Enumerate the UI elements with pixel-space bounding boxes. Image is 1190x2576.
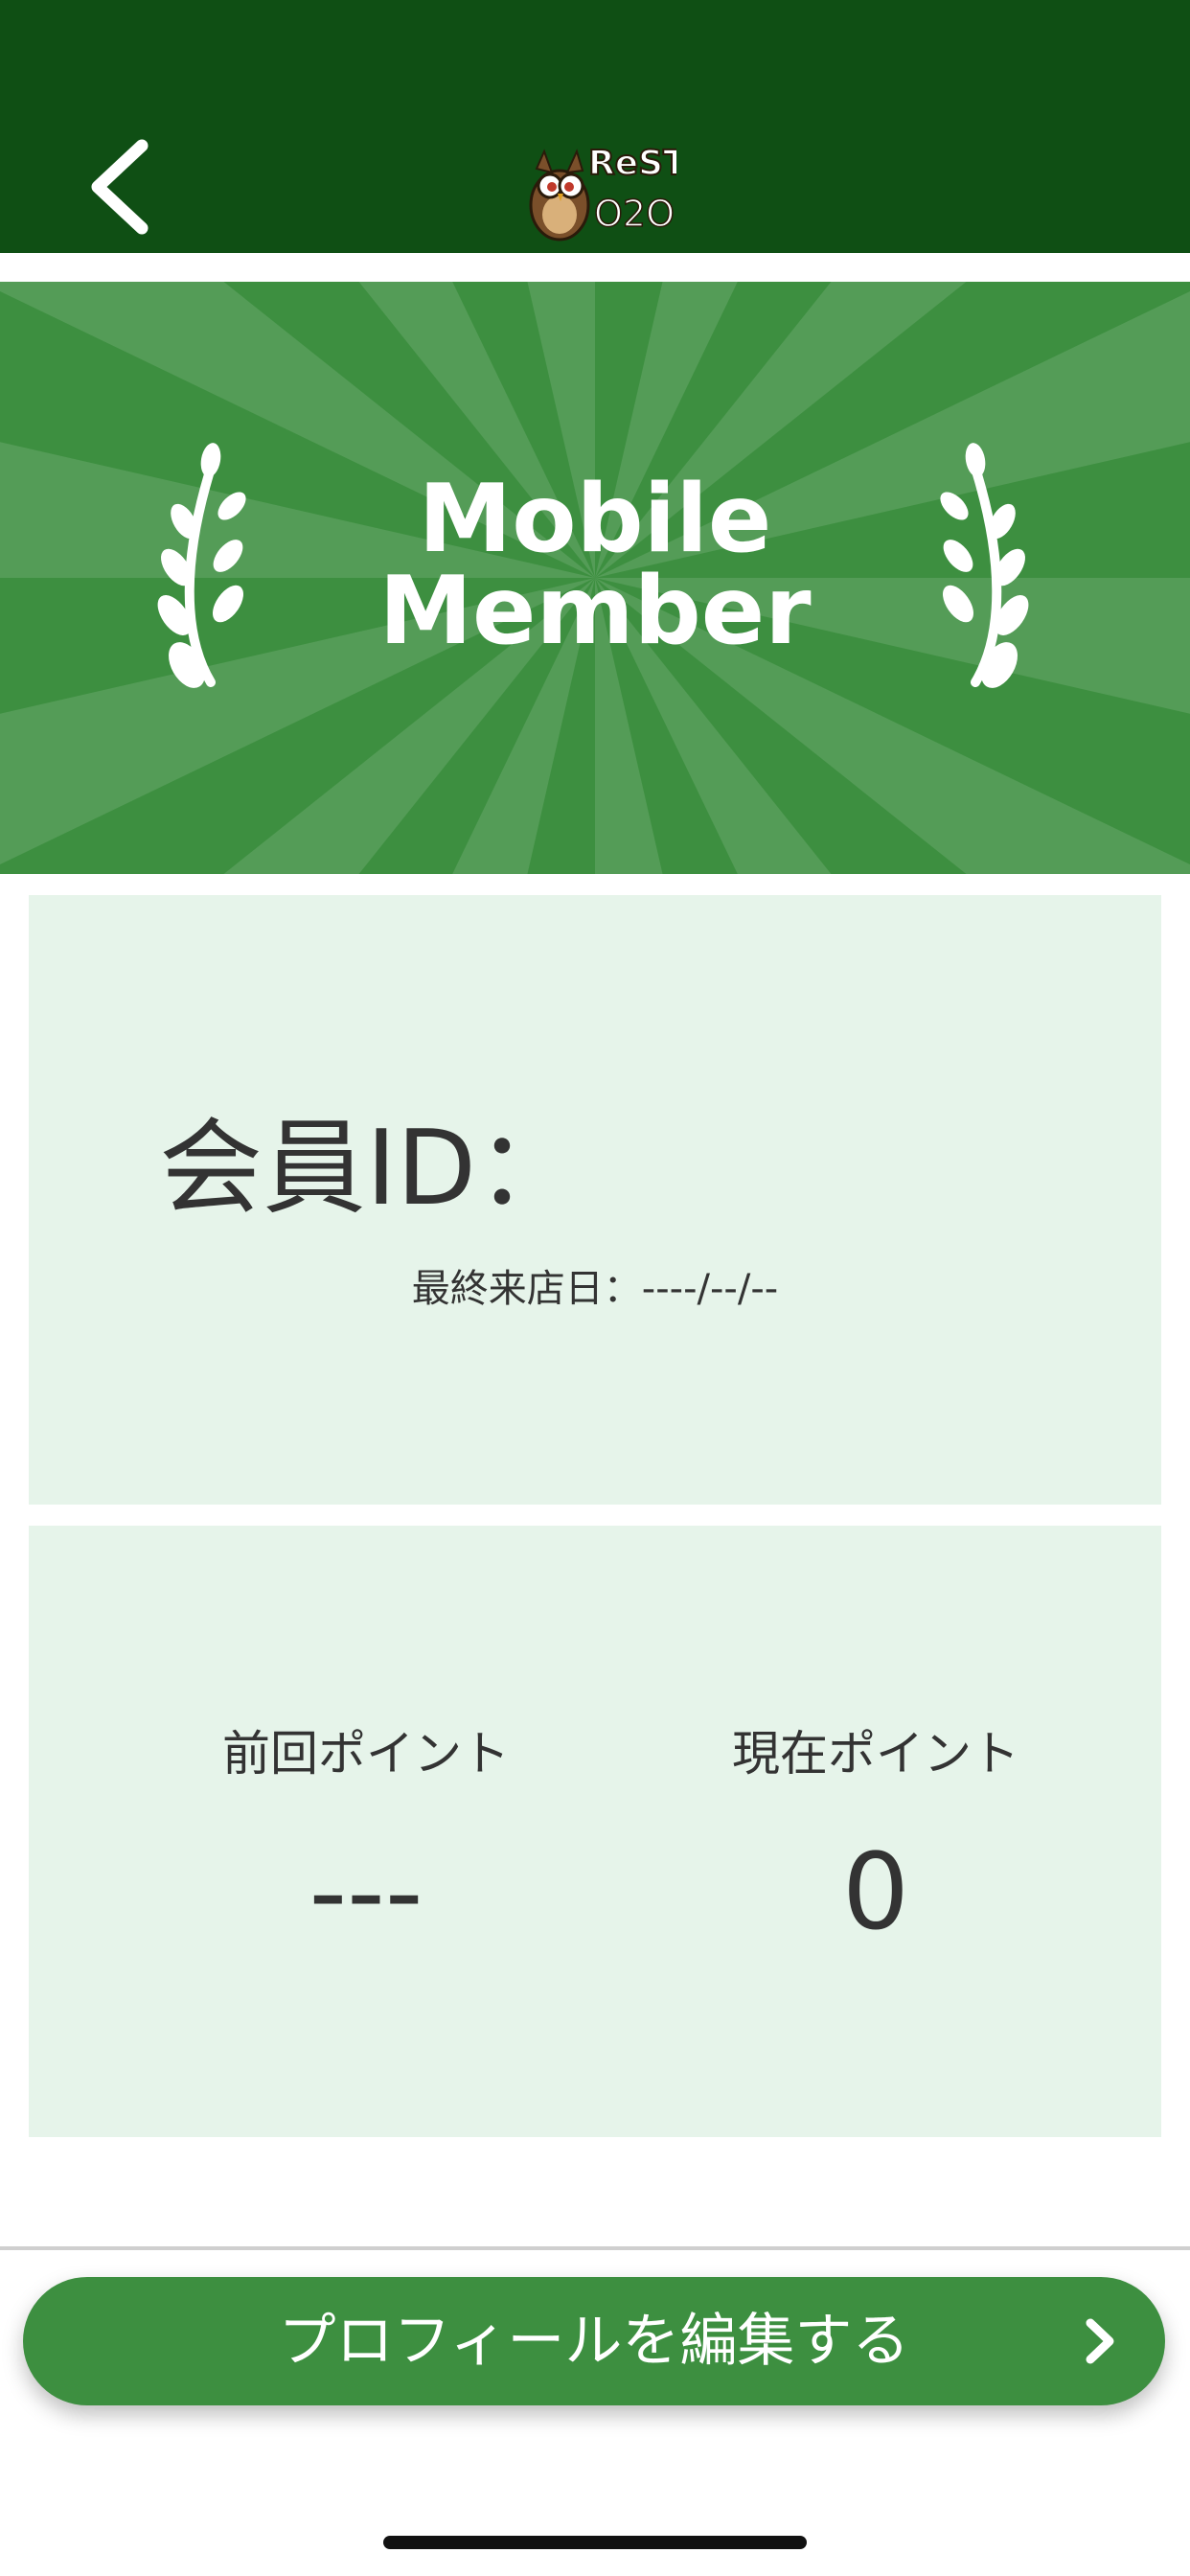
back-button[interactable] [77, 125, 163, 249]
banner-title: Mobile Member [0, 465, 1190, 666]
logo-text-rest: ReST [588, 144, 676, 183]
member-id-card: 会員ID： 最終来店日：----/--/-- [29, 895, 1161, 1505]
logo-text-o2o: O2O [594, 193, 675, 235]
app-logo: ReST O2O [514, 130, 688, 243]
edit-profile-button[interactable]: プロフィールを編集する [23, 2277, 1165, 2405]
footer-divider [0, 2246, 1190, 2250]
banner-title-line2: Member [378, 557, 812, 666]
app-header: ReST O2O [0, 0, 1190, 253]
current-points-value: 0 [842, 1830, 909, 1953]
chevron-right-icon [1086, 2318, 1114, 2364]
previous-points-label: 前回ポイント [222, 1726, 510, 1782]
member-banner: Mobile Member [0, 282, 1190, 874]
current-points-label: 現在ポイント [732, 1726, 1019, 1782]
home-indicator [383, 2536, 807, 2549]
edit-profile-label: プロフィールを編集する [278, 2308, 910, 2375]
previous-points-value: --- [309, 1830, 423, 1953]
member-id-label: 会員ID： [159, 1109, 581, 1229]
chevron-left-icon [91, 139, 149, 235]
last-visit-date: 最終来店日：----/--/-- [411, 1267, 779, 1311]
points-card: 前回ポイント --- 現在ポイント 0 [29, 1526, 1161, 2137]
banner-title-line1: Mobile [418, 465, 772, 574]
